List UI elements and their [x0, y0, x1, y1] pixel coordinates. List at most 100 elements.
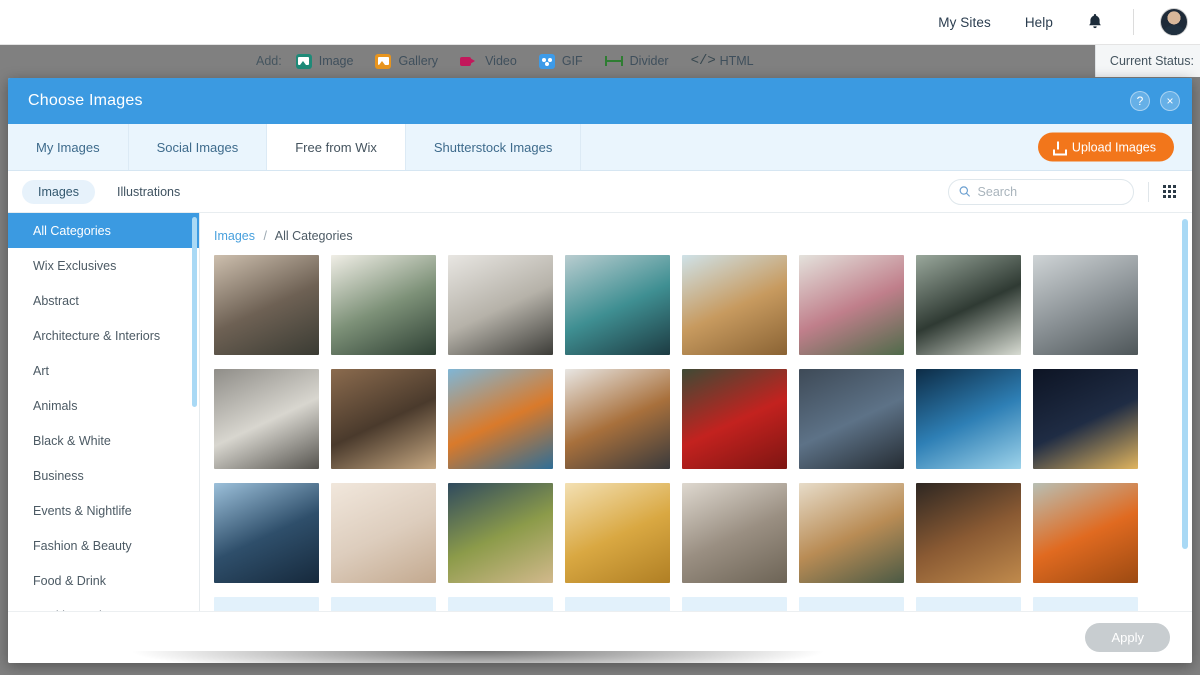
dialog-drop-shadow	[128, 651, 828, 663]
add-gif-button[interactable]: GIF	[538, 53, 583, 69]
thumbnail-pandas-at-fence[interactable]	[916, 255, 1021, 355]
thumbnail-two-carved-pumpkins[interactable]	[1033, 483, 1138, 583]
add-image-button[interactable]: Image	[295, 53, 354, 69]
thumbnail-potted-plants-porch[interactable]	[214, 255, 319, 355]
video-icon	[460, 54, 478, 69]
thumbnail-red-raincoat-hiker[interactable]	[682, 369, 787, 469]
breadcrumb-images-link[interactable]: Images	[214, 229, 255, 243]
sidebar-item-fashion-beauty[interactable]: Fashion & Beauty	[8, 528, 199, 563]
thumbnail-white-lace-dress-detail[interactable]	[331, 483, 436, 583]
filter-illustrations[interactable]: Illustrations	[101, 180, 196, 204]
apply-button[interactable]: Apply	[1085, 623, 1170, 652]
my-sites-link[interactable]: My Sites	[938, 15, 991, 30]
bell-icon[interactable]	[1087, 13, 1103, 31]
help-link[interactable]: Help	[1025, 15, 1053, 30]
thumbnail-placeholder[interactable]	[799, 597, 904, 611]
top-header: My Sites Help	[0, 0, 1200, 45]
thumbnail-placeholder[interactable]	[682, 597, 787, 611]
add-html-label: HTML	[719, 54, 754, 68]
thumbnail-foggy-mountain-cliff[interactable]	[1033, 255, 1138, 355]
search-box[interactable]	[948, 178, 1134, 205]
image-results-pane: Images / All Categories	[200, 213, 1192, 611]
sidebar-item-black-white[interactable]: Black & White	[8, 423, 199, 458]
add-divider-label: Divider	[629, 54, 669, 68]
sidebar-item-business[interactable]: Business	[8, 458, 199, 493]
search-icon	[959, 186, 971, 197]
results-scrollbar[interactable]	[1182, 219, 1188, 549]
thumbnail-placeholder[interactable]	[916, 597, 1021, 611]
image-icon	[295, 53, 312, 69]
thumbnail-chocolate-truffles-baking[interactable]	[916, 483, 1021, 583]
thumbnail-blue-cast-iron-teapot[interactable]	[799, 369, 904, 469]
add-label: Add:	[256, 54, 282, 68]
add-html-button[interactable]: </> HTML	[691, 54, 754, 68]
image-thumbnail-grid	[200, 255, 1192, 611]
thumbnail-misty-pine-forest[interactable]	[331, 255, 436, 355]
choose-images-dialog: Choose Images ? × My Images Social Image…	[8, 78, 1192, 663]
thumbnail-teal-vespa-scooter[interactable]	[565, 255, 670, 355]
filter-images[interactable]: Images	[22, 179, 95, 204]
thumbnail-underwater-blue-ice[interactable]	[916, 369, 1021, 469]
sidebar-item-wix-exclusives[interactable]: Wix Exclusives	[8, 248, 199, 283]
upload-icon	[1052, 141, 1067, 155]
sidebar-item-abstract[interactable]: Abstract	[8, 283, 199, 318]
thumbnail-window-plant-star-light[interactable]	[448, 255, 553, 355]
html-code-icon: </>	[690, 53, 716, 69]
category-sidebar: All Categories Wix Exclusives Abstract A…	[8, 213, 200, 611]
tab-free-from-wix[interactable]: Free from Wix	[267, 124, 406, 170]
thumbnail-bouquet-pink-flowers[interactable]	[799, 255, 904, 355]
thumbnail-golden-lights-night-trees[interactable]	[1033, 369, 1138, 469]
dialog-body: All Categories Wix Exclusives Abstract A…	[8, 213, 1192, 611]
add-gallery-button[interactable]: Gallery	[375, 53, 439, 69]
thumbnail-ceramic-bowls-flatlay[interactable]	[214, 369, 319, 469]
sidebar-item-art[interactable]: Art	[8, 353, 199, 388]
help-icon[interactable]: ?	[1130, 91, 1150, 111]
gif-icon	[538, 53, 555, 69]
sidebar-item-all-categories[interactable]: All Categories	[8, 213, 199, 248]
add-gallery-label: Gallery	[398, 54, 439, 68]
dialog-title: Choose Images	[28, 92, 143, 109]
sidebar-item-food-drink[interactable]: Food & Drink	[8, 563, 199, 598]
thumbnail-family-decorating-christmas-tree[interactable]	[799, 483, 904, 583]
tab-my-images[interactable]: My Images	[8, 124, 129, 170]
sidebar-item-health-science[interactable]: Health & Science	[8, 598, 199, 612]
subbar-divider	[1148, 181, 1149, 202]
grid-view-icon[interactable]	[1163, 185, 1176, 198]
add-video-label: Video	[485, 54, 517, 68]
thumbnail-golden-wheat-field[interactable]	[565, 483, 670, 583]
breadcrumb: Images / All Categories	[200, 213, 1192, 255]
thumbnail-placeholder[interactable]	[565, 597, 670, 611]
thumbnail-apple-pie-and-apples[interactable]	[448, 483, 553, 583]
thumbnail-latte-coffee-laptop[interactable]	[565, 369, 670, 469]
thumbnail-autumn-leaves-sunlight[interactable]	[448, 369, 553, 469]
thumbnail-placeholder[interactable]	[448, 597, 553, 611]
sidebar-item-architecture-interiors[interactable]: Architecture & Interiors	[8, 318, 199, 353]
source-tabs: My Images Social Images Free from Wix Sh…	[8, 124, 1192, 171]
close-icon[interactable]: ×	[1160, 91, 1180, 111]
upload-images-button[interactable]: Upload Images	[1037, 132, 1174, 162]
sidebar-item-animals[interactable]: Animals	[8, 388, 199, 423]
divider-icon	[604, 54, 623, 68]
sidebar-item-events-nightlife[interactable]: Events & Nightlife	[8, 493, 199, 528]
thumbnail-wooden-reindeer-ornament[interactable]	[682, 255, 787, 355]
media-filter-bar: Images Illustrations	[8, 171, 1192, 213]
thumbnail-placeholder[interactable]	[1033, 597, 1138, 611]
user-avatar[interactable]	[1160, 8, 1188, 36]
thumbnail-placeholder[interactable]	[331, 597, 436, 611]
thumbnail-tall-tree-trunks[interactable]	[331, 369, 436, 469]
add-gif-label: GIF	[561, 54, 583, 68]
thumbnail-city-skyline-waterfront[interactable]	[214, 483, 319, 583]
tab-shutterstock-images[interactable]: Shutterstock Images	[406, 124, 582, 170]
add-video-button[interactable]: Video	[460, 54, 517, 69]
thumbnail-potter-shaping-clay[interactable]	[682, 483, 787, 583]
add-divider-button[interactable]: Divider	[604, 54, 669, 68]
search-input[interactable]	[977, 184, 1123, 199]
thumbnail-placeholder[interactable]	[214, 597, 319, 611]
add-elements-toolbar: Add: Image Gallery Video GIF Divider </>…	[0, 45, 1200, 77]
current-status-label: Current Status:	[1094, 45, 1200, 77]
tab-social-images[interactable]: Social Images	[129, 124, 268, 170]
sidebar-scrollbar[interactable]	[192, 217, 197, 407]
gallery-icon	[375, 53, 392, 69]
add-image-label: Image	[318, 54, 354, 68]
breadcrumb-separator: /	[263, 229, 267, 243]
